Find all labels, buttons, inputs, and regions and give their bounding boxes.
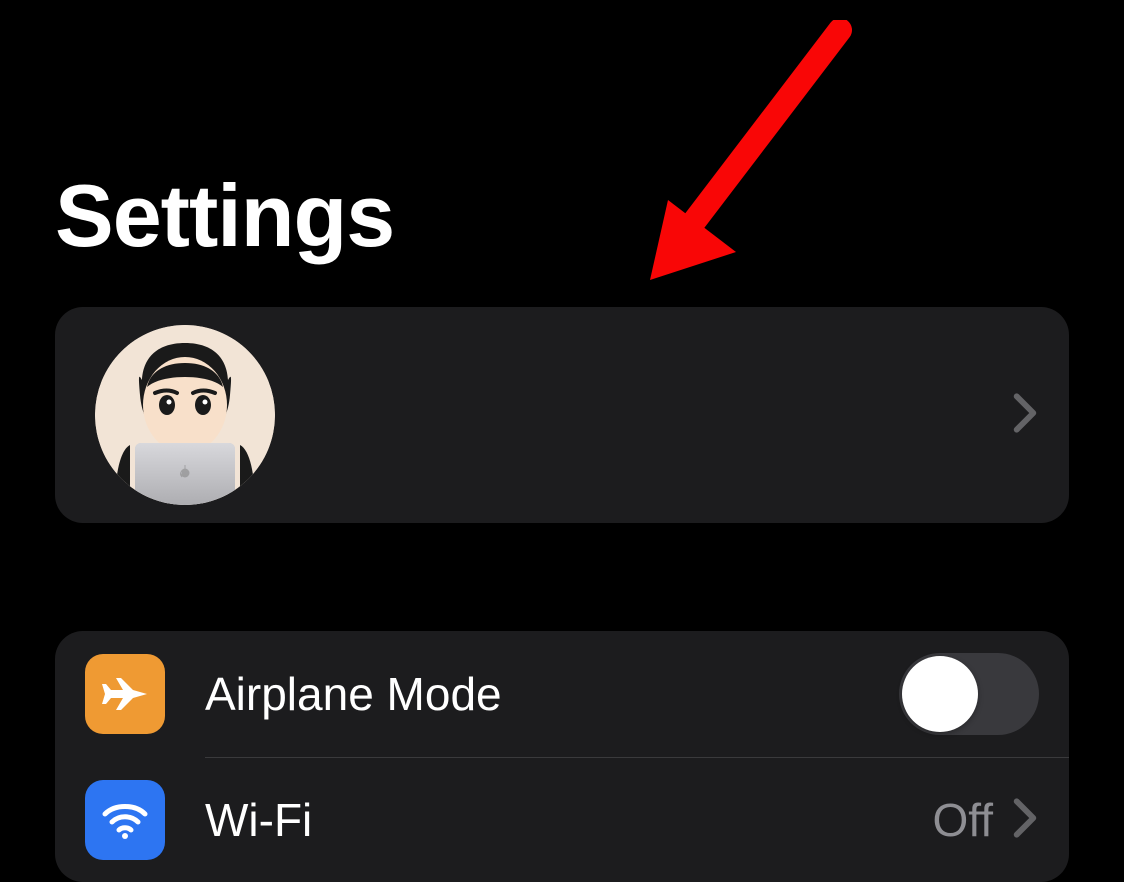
memoji-icon	[95, 325, 275, 505]
wifi-row[interactable]: Wi-Fi Off	[55, 758, 1069, 882]
wifi-icon	[85, 780, 165, 860]
chevron-right-icon	[1011, 393, 1039, 438]
toggle-knob	[902, 656, 978, 732]
connectivity-section: Airplane Mode Wi-Fi Off	[55, 631, 1069, 882]
profile-row[interactable]	[55, 307, 1069, 523]
wifi-label: Wi-Fi	[205, 793, 932, 847]
chevron-right-icon	[1011, 798, 1039, 843]
airplane-mode-label: Airplane Mode	[205, 667, 899, 721]
avatar	[95, 325, 275, 505]
airplane-mode-row[interactable]: Airplane Mode	[55, 631, 1069, 757]
wifi-value: Off	[932, 793, 993, 847]
airplane-icon	[85, 654, 165, 734]
airplane-mode-toggle[interactable]	[899, 653, 1039, 735]
profile-section	[55, 307, 1069, 523]
page-title: Settings	[0, 0, 1124, 297]
